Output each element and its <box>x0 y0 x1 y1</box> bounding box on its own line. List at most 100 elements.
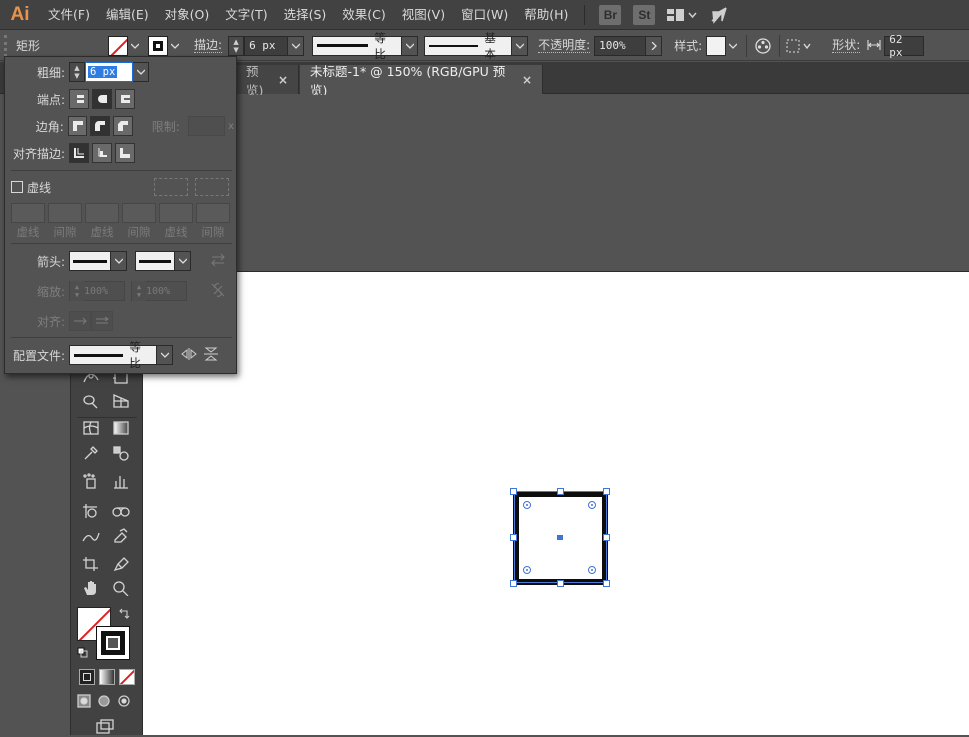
menu-object[interactable]: 对象(O) <box>157 0 218 30</box>
shape-width-input[interactable]: 62 px <box>884 33 925 59</box>
hand-tool-icon[interactable] <box>79 577 103 599</box>
resize-handle-bottom-left[interactable] <box>510 580 517 587</box>
dashed-checkbox[interactable] <box>11 181 23 193</box>
gap-input-2[interactable] <box>122 203 156 223</box>
corner-widget[interactable] <box>588 566 596 574</box>
link-scale-icon[interactable] <box>210 282 226 301</box>
resize-handle-top[interactable] <box>557 488 564 495</box>
perspective-grid-icon[interactable] <box>109 390 133 412</box>
opacity-input[interactable]: 100% <box>594 35 647 56</box>
start-scale-input[interactable]: ▲ ▼ 100% <box>69 281 125 301</box>
flip-vertical-icon[interactable] <box>203 347 219 364</box>
chevron-down-icon[interactable] <box>175 251 191 271</box>
pen-tool-icon[interactable] <box>109 553 133 575</box>
align-center-icon[interactable] <box>69 143 89 163</box>
menu-view[interactable]: 视图(V) <box>394 0 453 30</box>
chevron-down-icon[interactable] <box>157 345 173 365</box>
menu-edit[interactable]: 编辑(E) <box>98 0 157 30</box>
stroke-swatch[interactable] <box>148 35 168 56</box>
align-selection-icon[interactable] <box>786 36 814 56</box>
profile-select[interactable]: 等比 <box>69 340 157 370</box>
corner-widget[interactable] <box>523 501 531 509</box>
mesh-tool-icon[interactable] <box>79 417 103 439</box>
shape-label[interactable]: 形状: <box>832 38 861 53</box>
stroke-weight-spinner[interactable]: ▲ ▼ <box>228 35 245 56</box>
stroke-weight-input[interactable]: 6 px <box>244 35 289 56</box>
stroke-color-box[interactable] <box>96 626 130 660</box>
dash-input-3[interactable] <box>159 203 193 223</box>
grip-handle[interactable] <box>4 34 12 57</box>
dash-input-1[interactable] <box>11 203 45 223</box>
tab-previous-document[interactable]: 预览) × <box>236 64 299 98</box>
flip-horizontal-icon[interactable] <box>181 347 197 364</box>
resize-handle-right[interactable] <box>603 534 610 541</box>
variable-width-profile[interactable]: 等比 <box>312 31 403 61</box>
opacity-label[interactable]: 不透明度: <box>538 38 591 53</box>
symbol-sprayer-icon[interactable] <box>79 470 103 492</box>
resize-handle-bottom-right[interactable] <box>603 580 610 587</box>
weight-input[interactable]: 6 px <box>85 62 133 82</box>
rocket-icon[interactable] <box>709 6 729 24</box>
dash-preserve-icon[interactable] <box>154 178 188 196</box>
projecting-cap-icon[interactable] <box>115 89 135 109</box>
gradient-mode-icon[interactable] <box>99 669 115 685</box>
recolor-artwork-icon[interactable] <box>753 36 773 56</box>
column-graph-icon[interactable] <box>109 470 133 492</box>
round-join-icon[interactable] <box>90 116 111 136</box>
miter-join-icon[interactable] <box>67 116 88 136</box>
swap-fill-stroke-icon[interactable] <box>118 608 130 620</box>
chevron-down-icon[interactable] <box>128 36 142 56</box>
tab-active-document[interactable]: 未标题-1* @ 150% (RGB/GPU 预览) × <box>300 64 543 98</box>
dash-input-2[interactable] <box>85 203 119 223</box>
shape-builder-icon[interactable] <box>79 390 103 412</box>
default-colors-icon[interactable] <box>77 647 89 659</box>
menu-file[interactable]: 文件(F) <box>40 0 98 30</box>
dash-align-icon[interactable] <box>195 178 229 196</box>
menu-help[interactable]: 帮助(H) <box>516 0 576 30</box>
start-arrowhead-select[interactable] <box>69 251 111 271</box>
chevron-down-icon[interactable] <box>111 251 127 271</box>
menu-window[interactable]: 窗口(W) <box>453 0 516 30</box>
blend-tool-icon[interactable] <box>109 442 133 464</box>
close-icon[interactable]: × <box>278 73 288 87</box>
menu-select[interactable]: 选择(S) <box>276 0 335 30</box>
limit-input[interactable] <box>187 116 226 136</box>
arrow-place-icon[interactable] <box>91 311 113 331</box>
weight-spinner[interactable]: ▲ ▼ <box>69 62 85 82</box>
curvature-tool-icon[interactable] <box>79 525 103 547</box>
brush-dropdown[interactable] <box>512 35 529 56</box>
resize-handle-top-right[interactable] <box>603 488 610 495</box>
chevron-right-icon[interactable] <box>646 35 663 56</box>
end-scale-input[interactable]: ▲ ▼ 100% <box>131 281 187 301</box>
gradient-tool-icon[interactable] <box>109 417 133 439</box>
brush-definition[interactable]: 基本 <box>424 31 513 61</box>
chevron-down-icon[interactable] <box>168 36 182 56</box>
corner-widget[interactable] <box>523 566 531 574</box>
eraser-tool-icon[interactable] <box>109 525 133 547</box>
close-icon[interactable]: × <box>522 73 532 87</box>
draw-behind-icon[interactable] <box>95 690 115 712</box>
slice-tool-icon[interactable] <box>109 500 133 522</box>
none-mode-icon[interactable] <box>119 669 135 685</box>
fill-swatch[interactable] <box>108 35 128 56</box>
draw-inside-icon[interactable] <box>115 690 135 712</box>
menu-type[interactable]: 文字(T) <box>217 0 275 30</box>
swap-arrowheads-icon[interactable] <box>210 253 226 270</box>
corner-widget[interactable] <box>588 501 596 509</box>
gap-input-3[interactable] <box>196 203 230 223</box>
zoom-tool-icon[interactable] <box>109 577 133 599</box>
profile-dropdown[interactable] <box>402 35 419 56</box>
end-arrowhead-select[interactable] <box>135 251 175 271</box>
round-cap-icon[interactable] <box>92 89 112 109</box>
grid-layout-icon[interactable] <box>667 8 697 22</box>
resize-handle-left[interactable] <box>510 534 517 541</box>
color-mode-icon[interactable] <box>79 669 95 685</box>
menu-effect[interactable]: 效果(C) <box>334 0 393 30</box>
resize-handle-top-left[interactable] <box>510 488 517 495</box>
butt-cap-icon[interactable] <box>69 89 89 109</box>
align-outside-icon[interactable] <box>115 143 135 163</box>
stroke-label[interactable]: 描边: <box>194 38 223 53</box>
arrow-extend-icon[interactable] <box>69 311 91 331</box>
graphic-style-swatch[interactable] <box>706 35 727 56</box>
crop-tool-icon[interactable] <box>79 553 103 575</box>
